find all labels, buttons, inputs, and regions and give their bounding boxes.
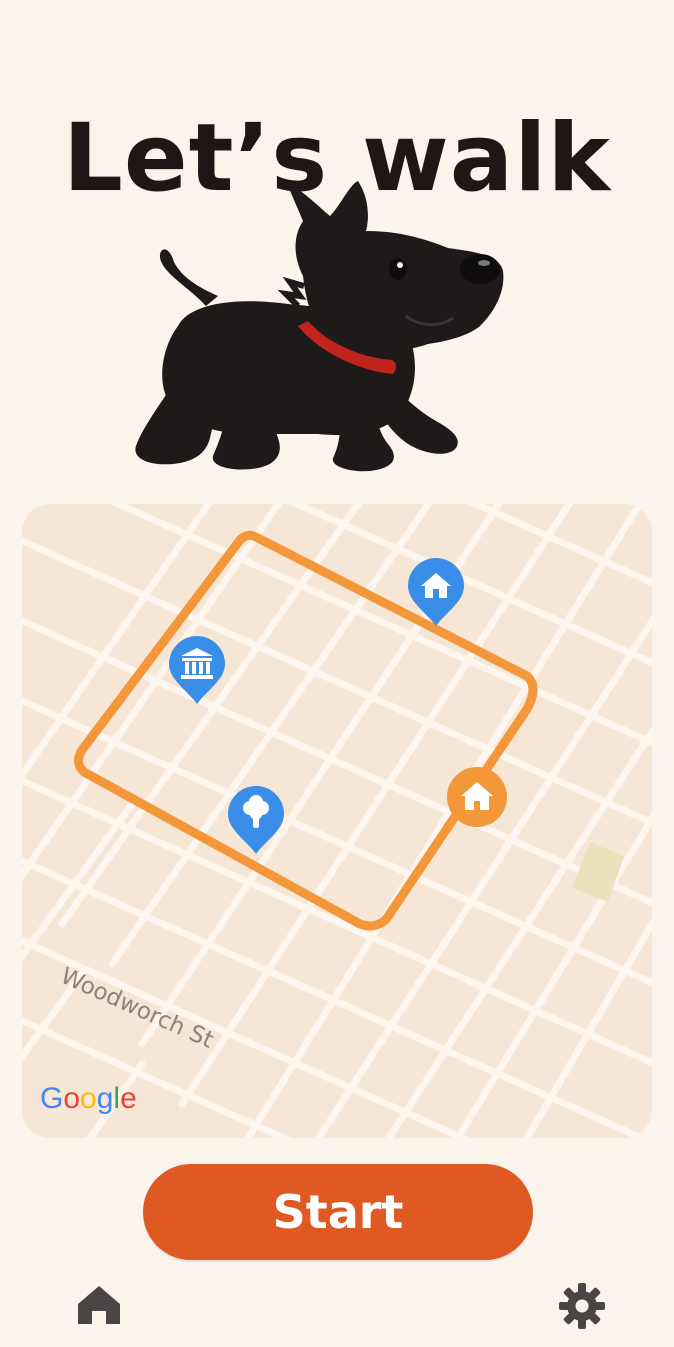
home-icon[interactable] bbox=[76, 1284, 122, 1326]
start-home-marker[interactable] bbox=[446, 766, 508, 828]
gear-icon[interactable] bbox=[558, 1282, 606, 1330]
map-canvas bbox=[22, 504, 652, 1138]
museum-pin[interactable] bbox=[167, 634, 227, 706]
scottie-dog-illustration bbox=[135, 181, 504, 472]
start-button[interactable]: Start bbox=[143, 1164, 533, 1260]
home-pin[interactable] bbox=[406, 556, 466, 628]
park-pin[interactable] bbox=[226, 784, 286, 856]
route-map[interactable]: Woodworch St Google bbox=[22, 504, 652, 1138]
google-attribution: Google bbox=[40, 1082, 137, 1115]
